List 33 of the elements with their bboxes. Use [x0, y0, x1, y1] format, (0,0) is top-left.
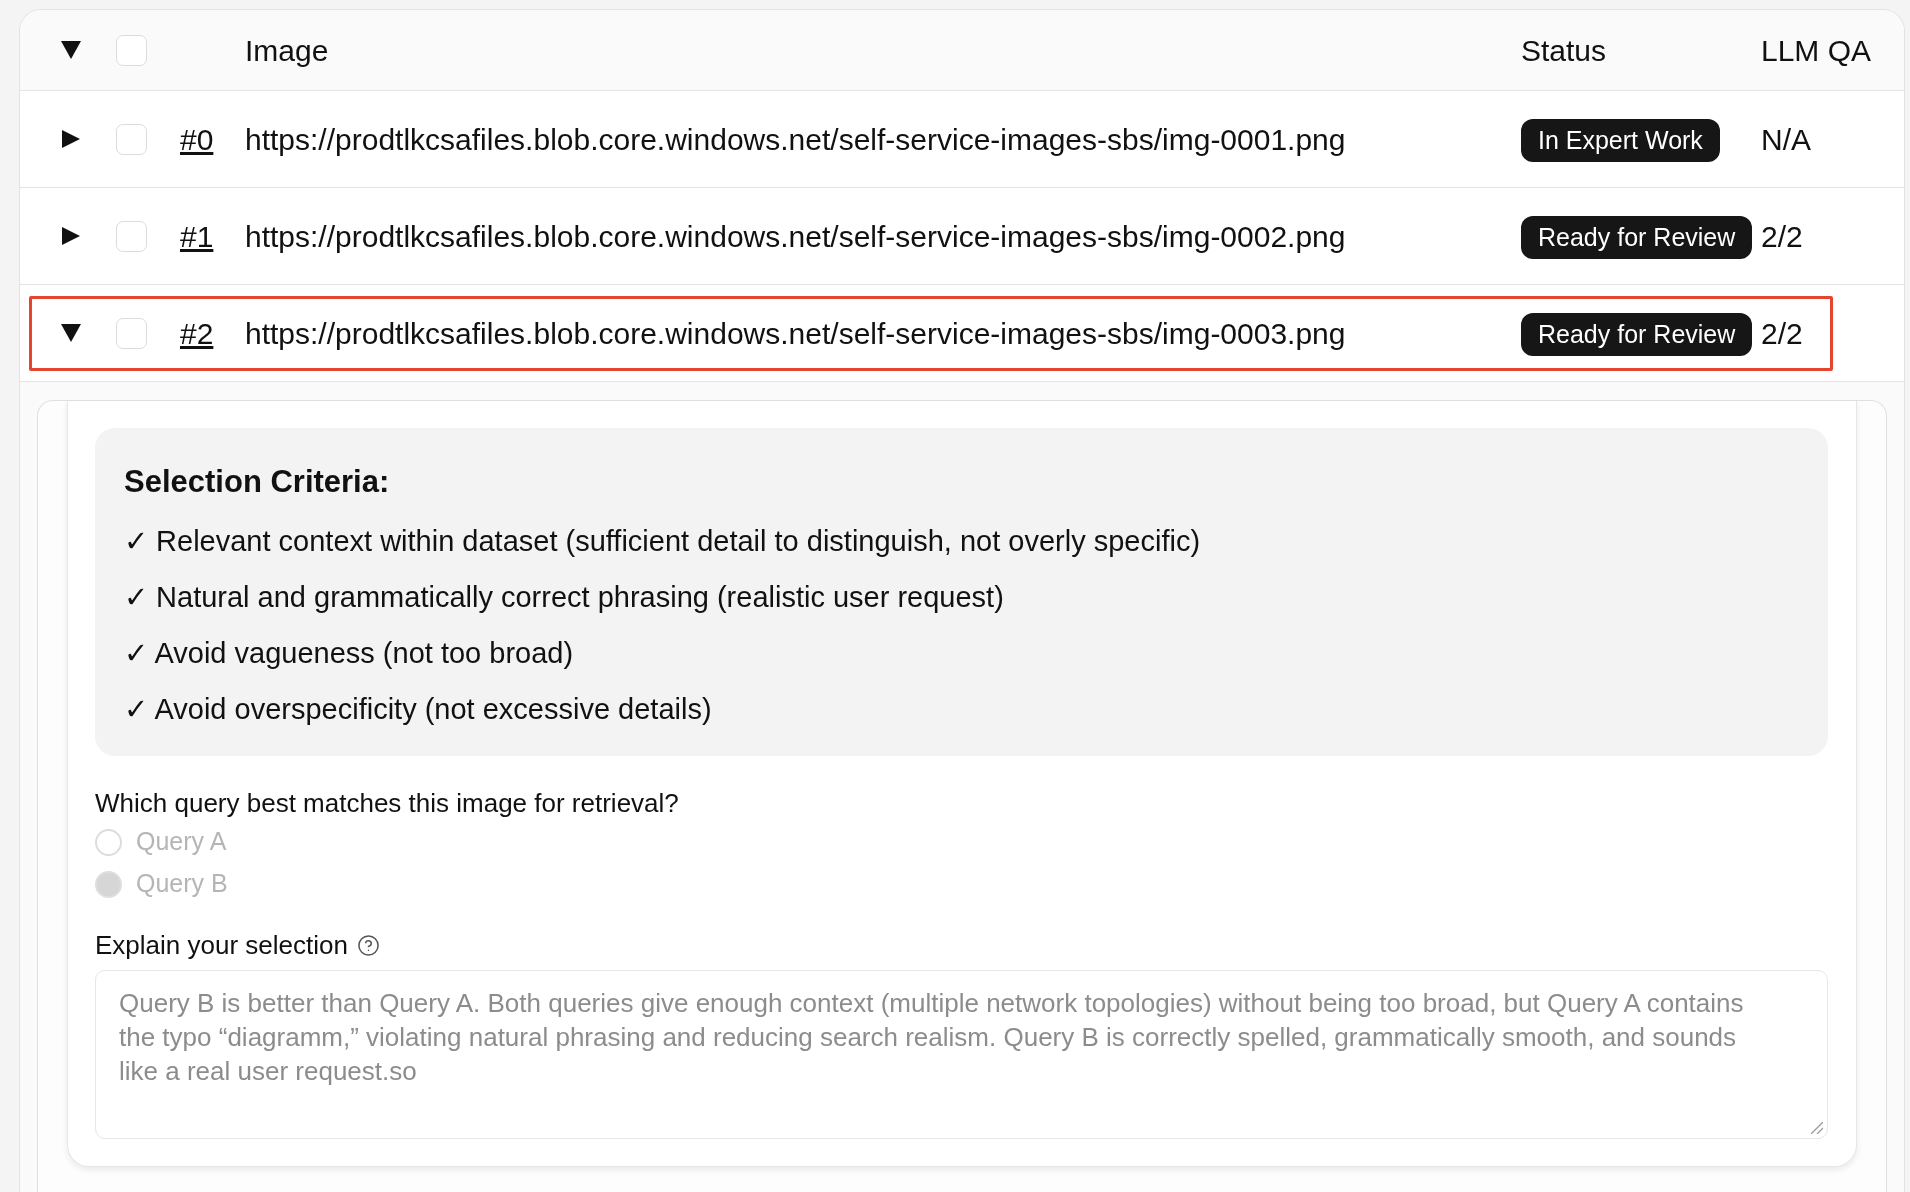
checkbox[interactable] — [116, 123, 147, 155]
image-url: https://prodtlkcsafiles.blob.core.windows.net/self-service-images-sbs/img-0001.png — [245, 122, 1346, 156]
caret-right-icon[interactable] — [62, 227, 80, 245]
criteria-item: ✓ Avoid vagueness (not too broad) — [124, 636, 575, 671]
column-header: LLM QA — [1761, 32, 1872, 69]
checkbox[interactable] — [116, 317, 147, 349]
row-link[interactable]: #1 — [180, 219, 214, 253]
criteria-title: Selection Criteria: — [124, 463, 391, 501]
column-header: Image — [245, 33, 329, 67]
qa-score: N/A — [1761, 121, 1811, 158]
checkbox[interactable] — [116, 220, 147, 252]
help-icon[interactable] — [356, 933, 380, 957]
caret-down-icon[interactable] — [61, 324, 81, 342]
option-label: Query A — [136, 826, 227, 858]
question-label: Which query best matches this image for retrieval? — [95, 787, 680, 820]
row-link[interactable]: #0 — [180, 122, 214, 156]
status-badge: Ready for Review — [1521, 313, 1753, 357]
image-url: https://prodtlkcsafiles.blob.core.windows.net/self-service-images-sbs/img-0003.png — [245, 316, 1346, 350]
criteria-item: ✓ Relevant context within dataset (sufficient detail to distinguish, not overly specific) — [124, 524, 1202, 559]
caret-right-icon[interactable] — [62, 130, 80, 148]
field-label: Explain your selection — [95, 928, 348, 962]
image-url: https://prodtlkcsafiles.blob.core.windows.net/self-service-images-sbs/img-0002.png — [245, 219, 1346, 253]
status-badge: In Expert Work — [1521, 119, 1720, 163]
criteria-item: ✓ Avoid overspecificity (not excessive details) — [124, 692, 713, 727]
qa-score: 2/2 — [1761, 315, 1803, 352]
caret-down-icon[interactable] — [61, 41, 81, 59]
criteria-item: ✓ Natural and grammatically correct phrasing (realistic user request) — [124, 580, 1005, 615]
option-label: Query B — [136, 868, 228, 900]
checkbox[interactable] — [116, 34, 147, 66]
qa-score: 2/2 — [1761, 218, 1803, 255]
column-header: Status — [1521, 33, 1607, 67]
status-badge: Ready for Review — [1521, 216, 1753, 260]
row-link[interactable]: #2 — [180, 316, 214, 350]
